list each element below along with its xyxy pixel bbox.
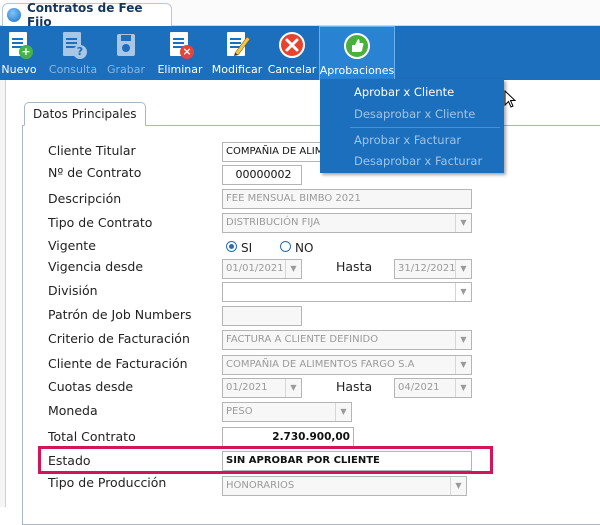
- vigente-no-radio[interactable]: [280, 241, 291, 252]
- moneda-select[interactable]: PESO ▼: [222, 402, 352, 422]
- menu-item-desaprobar-facturar[interactable]: Desaprobar x Facturar: [354, 154, 482, 168]
- query-button-label: Consulta: [48, 63, 98, 76]
- delete-button[interactable]: × Eliminar: [157, 26, 203, 80]
- division-select[interactable]: ▼: [222, 282, 472, 302]
- edit-pencil-icon: [223, 31, 251, 59]
- tipo-contrato-label: Tipo de Contrato: [48, 215, 153, 230]
- vigente-no-label: NO: [295, 241, 314, 255]
- delete-button-label: Eliminar: [157, 63, 203, 76]
- tipo-produccion-select[interactable]: HONORARIOS ▼: [222, 476, 467, 496]
- window-tab[interactable]: Contratos de Fee Fijo: [2, 1, 172, 29]
- new-button[interactable]: + Nuevo: [0, 26, 38, 80]
- edit-button-label: Modificar: [211, 63, 263, 76]
- new-button-label: Nuevo: [1, 63, 37, 76]
- chevron-down-icon: ▼: [450, 477, 466, 495]
- patron-job-label: Patrón de Job Numbers: [48, 307, 192, 322]
- vigencia-desde-field[interactable]: 01/01/2021 ▼: [222, 259, 302, 279]
- vigencia-hasta-value: 31/12/2021: [398, 263, 456, 274]
- tipo-contrato-select[interactable]: DISTRIBUCIÓN FIJA ▼: [222, 213, 472, 233]
- cancel-button[interactable]: Cancelar: [268, 26, 316, 80]
- thumbs-up-icon: [343, 32, 371, 60]
- cuotas-hasta-label: Hasta: [336, 379, 373, 394]
- cuotas-hasta-value: 04/2021: [398, 382, 440, 393]
- menu-item-aprobar-facturar[interactable]: Aprobar x Facturar: [354, 133, 461, 147]
- moneda-label: Moneda: [48, 403, 98, 418]
- tipo-produccion-label: Tipo de Producción: [48, 475, 167, 490]
- patron-job-field[interactable]: [222, 306, 302, 326]
- vigente-label: Vigente: [48, 238, 96, 253]
- chevron-down-icon: ▼: [455, 331, 471, 349]
- left-gutter: [0, 80, 6, 507]
- window-tab-bar: Contratos de Fee Fijo: [0, 0, 600, 29]
- save-button[interactable]: Grabar: [106, 26, 146, 80]
- toolbar: + Nuevo ? Consulta Grabar × Eliminar Mod…: [0, 26, 600, 80]
- new-document-icon: +: [5, 31, 33, 59]
- mouse-cursor-icon: [504, 90, 517, 108]
- cancel-icon: [278, 31, 306, 59]
- criterio-facturacion-value: FACTURA A CLIENTE DEFINIDO: [226, 334, 379, 345]
- vigencia-hasta-field[interactable]: 31/12/2021 ▼: [394, 259, 472, 279]
- cliente-facturacion-select[interactable]: COMPAÑIA DE ALIMENTOS FARGO S.A ▼: [222, 355, 472, 375]
- tipo-produccion-value: HONORARIOS: [226, 480, 295, 491]
- cliente-facturacion-value: COMPAÑIA DE ALIMENTOS FARGO S.A: [226, 359, 415, 370]
- cuotas-desde-label: Cuotas desde: [48, 379, 134, 394]
- numero-contrato-label: Nº de Contrato: [48, 165, 142, 180]
- chevron-down-icon: ▼: [455, 379, 471, 397]
- chevron-down-icon: ▼: [455, 283, 471, 301]
- division-label: División: [48, 283, 98, 298]
- menu-item-desaprobar-cliente[interactable]: Desaprobar x Cliente: [354, 107, 475, 121]
- delete-document-icon: ×: [166, 31, 194, 59]
- estado-highlight-box: [38, 446, 493, 474]
- cliente-facturacion-label: Cliente de Facturación: [48, 356, 188, 371]
- cuotas-desde-field[interactable]: 01/2021 ▼: [222, 378, 302, 398]
- criterio-facturacion-label: Criterio de Facturación: [48, 331, 190, 346]
- descripcion-label: Descripción: [48, 191, 122, 206]
- menu-separator: [350, 127, 500, 128]
- approvals-button[interactable]: Aprobaciones: [319, 26, 395, 80]
- save-button-label: Grabar: [106, 63, 146, 76]
- chevron-down-icon: ▼: [285, 260, 301, 278]
- vigente-si-radio[interactable]: [226, 241, 237, 252]
- edit-button[interactable]: Modificar: [210, 26, 264, 80]
- moneda-value: PESO: [226, 406, 253, 417]
- numero-contrato-field[interactable]: 00000002: [222, 165, 302, 185]
- chevron-down-icon: ▼: [285, 379, 301, 397]
- menu-item-aprobar-cliente[interactable]: Aprobar x Cliente: [354, 85, 454, 99]
- total-contrato-label: Total Contrato: [48, 429, 136, 444]
- chevron-down-icon: ▼: [455, 214, 471, 232]
- vigente-si-label: SI: [241, 241, 253, 255]
- cliente-titular-label: Cliente Titular: [48, 143, 136, 158]
- cliente-titular-field[interactable]: COMPAÑIA DE ALIMENTOS FARGO S.A: [222, 142, 322, 162]
- save-disk-icon: [112, 31, 140, 59]
- chevron-down-icon: ▼: [455, 356, 471, 374]
- tab-datos-principales[interactable]: Datos Principales: [24, 102, 146, 126]
- approvals-button-label: Aprobaciones: [319, 64, 395, 77]
- tipo-contrato-value: DISTRIBUCIÓN FIJA: [226, 217, 320, 228]
- cuotas-hasta-field[interactable]: 04/2021 ▼: [394, 378, 472, 398]
- descripcion-field[interactable]: FEE MENSUAL BIMBO 2021: [222, 189, 472, 209]
- chevron-down-icon: ▼: [455, 260, 471, 278]
- cuotas-desde-value: 01/2021: [226, 382, 268, 393]
- approvals-menu: Aprobar x Cliente Desaprobar x Cliente A…: [320, 79, 504, 173]
- vigencia-hasta-label: Hasta: [336, 259, 373, 274]
- criterio-facturacion-select[interactable]: FACTURA A CLIENTE DEFINIDO ▼: [222, 330, 472, 350]
- vigencia-desde-label: Vigencia desde: [48, 259, 144, 274]
- query-button[interactable]: ? Consulta: [48, 26, 98, 80]
- cancel-button-label: Cancelar: [267, 63, 317, 76]
- chevron-down-icon: ▼: [335, 403, 351, 421]
- vigencia-desde-value: 01/01/2021: [226, 263, 284, 274]
- window-title: Contratos de Fee Fijo: [26, 1, 143, 29]
- total-contrato-field[interactable]: 2.730.900,00: [222, 427, 354, 447]
- app-icon: [7, 8, 21, 22]
- query-document-icon: ?: [59, 31, 87, 59]
